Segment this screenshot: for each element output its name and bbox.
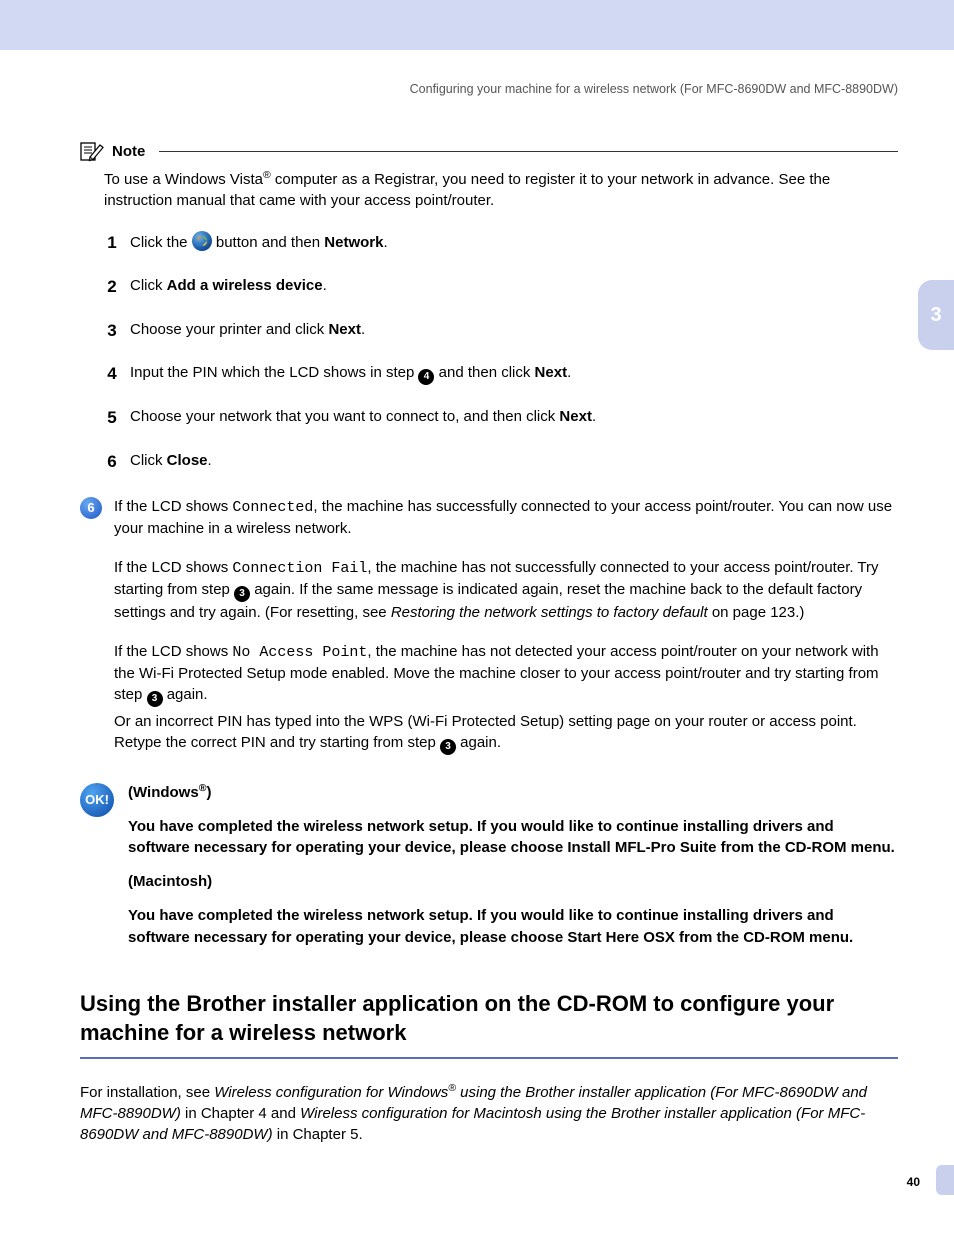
section-body: For installation, see Wireless configura…	[80, 1081, 898, 1145]
blue-step-bullet-icon: 6	[80, 497, 102, 519]
lcd-code: Connection Fail	[232, 560, 367, 577]
step-ref-bullet-icon: 4	[418, 369, 434, 385]
para-text: If the LCD shows	[114, 559, 232, 576]
note-body: To use a Windows Vista® computer as a Re…	[80, 162, 898, 211]
section-heading: Using the Brother installer application …	[80, 990, 898, 1047]
step-number: 2	[80, 275, 130, 299]
para-text: again.	[163, 686, 208, 703]
step-text: Click	[130, 277, 167, 294]
paragraph-no-access-point: If the LCD shows No Access Point, the ma…	[114, 641, 898, 707]
windows-start-orb-icon	[192, 231, 212, 251]
step-text: Click	[130, 452, 167, 469]
para-text: If the LCD shows	[114, 643, 232, 660]
registered-mark: ®	[263, 169, 271, 181]
page-number: 40	[907, 1175, 920, 1189]
note-pencil-icon	[80, 140, 104, 162]
step-text: .	[361, 321, 365, 338]
note-label: Note	[112, 143, 145, 160]
note-rule	[159, 151, 898, 152]
para-text: in Chapter 4 and	[181, 1105, 300, 1122]
main-step-6-body: If the LCD shows Connection Fail, the ma…	[80, 557, 898, 755]
step-number: 4	[80, 362, 130, 386]
sub-step-5: 5 Choose your network that you want to c…	[80, 406, 898, 430]
para-text: For installation, see	[80, 1084, 214, 1101]
cross-ref: Restoring the network settings to factor…	[391, 604, 708, 621]
step-ref-bullet-icon: 3	[147, 691, 163, 707]
para-text: again.	[456, 734, 501, 751]
ok-windows-label: (Windows®)	[128, 781, 898, 804]
note-text-pre: To use a Windows Vista	[104, 171, 263, 188]
paragraph-incorrect-pin: Or an incorrect PIN has typed into the W…	[114, 711, 898, 755]
registered-mark: ®	[448, 1082, 456, 1094]
step-number: 1	[80, 231, 130, 255]
ok-mac-text: You have completed the wireless network …	[128, 905, 898, 949]
sub-step-4: 4 Input the PIN which the LCD shows in s…	[80, 362, 898, 386]
lcd-code: Connected	[232, 499, 313, 516]
step-bold: Close	[167, 452, 208, 469]
section-rule	[80, 1057, 898, 1059]
step-number: 3	[80, 319, 130, 343]
step-text: button and then	[212, 234, 325, 251]
para-text: in Chapter 5.	[273, 1126, 363, 1143]
footer-tab	[936, 1165, 954, 1195]
para-text: If the LCD shows	[114, 498, 232, 515]
step-text: Choose your printer and click	[130, 321, 328, 338]
step-text: and then click	[434, 364, 534, 381]
para-text: on page 123.)	[708, 604, 805, 621]
sub-step-6: 6 Click Close.	[80, 450, 898, 474]
page-body: Configuring your machine for a wireless …	[0, 50, 954, 1203]
step-number: 5	[80, 406, 130, 430]
ok-block: OK! (Windows®) You have completed the wi…	[80, 781, 898, 961]
step-bold: Network	[324, 234, 383, 251]
sub-step-2: 2 Click Add a wireless device.	[80, 275, 898, 299]
step-text: Click the	[130, 234, 192, 251]
ok-badge-icon: OK!	[80, 783, 114, 817]
step-text: .	[323, 277, 327, 294]
step-ref-bullet-icon: 3	[234, 586, 250, 602]
step-bold: Add a wireless device	[167, 277, 323, 294]
top-bar	[0, 0, 954, 50]
main-step-6: 6 If the LCD shows Connected, the machin…	[80, 496, 898, 539]
step-bold: Next	[328, 321, 361, 338]
step-text: Input the PIN which the LCD shows in ste…	[130, 364, 418, 381]
step-bold: Next	[559, 408, 592, 425]
lcd-code: No Access Point	[232, 644, 367, 661]
step-ref-bullet-icon: 3	[440, 739, 456, 755]
sub-steps: 1 Click the button and then Network. 2 C…	[80, 231, 898, 474]
step-text: .	[592, 408, 596, 425]
step-number: 6	[80, 450, 130, 474]
chapter-tab: 3	[918, 280, 954, 350]
step-text: Choose your network that you want to con…	[130, 408, 559, 425]
step-text: .	[208, 452, 212, 469]
note-block: Note To use a Windows Vista® computer as…	[80, 140, 898, 211]
sub-step-3: 3 Choose your printer and click Next.	[80, 319, 898, 343]
ok-windows-text: You have completed the wireless network …	[128, 816, 898, 860]
paragraph-connection-fail: If the LCD shows Connection Fail, the ma…	[114, 557, 898, 623]
step-text: .	[567, 364, 571, 381]
step-text: .	[383, 234, 387, 251]
cross-ref: Wireless configuration for Windows	[214, 1084, 448, 1101]
sub-step-1: 1 Click the button and then Network.	[80, 231, 898, 255]
ok-mac-label: (Macintosh)	[128, 871, 898, 893]
step-bold: Next	[535, 364, 568, 381]
running-header: Configuring your machine for a wireless …	[80, 82, 898, 96]
